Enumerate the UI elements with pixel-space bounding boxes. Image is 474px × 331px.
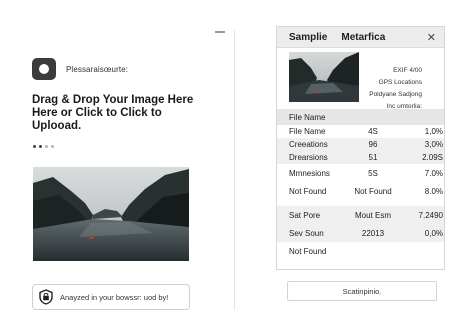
cell: Not Found: [289, 186, 327, 196]
cell: Sat Pore: [289, 210, 321, 220]
app-header: Plessaraisœurte:: [32, 58, 128, 80]
cell: Not Found: [289, 246, 327, 256]
table-row: Sat Pore Mout Esm 7.2490: [277, 206, 444, 224]
cell: 1,0%: [424, 127, 443, 136]
cell: 4S: [368, 127, 378, 136]
table-row: Sev Soun 22013 0,0%: [277, 224, 444, 242]
camera-icon: [32, 58, 56, 80]
panel-title: Samplie: [289, 31, 328, 43]
meta-line: GPS Locations: [378, 79, 422, 86]
analysis-text: Anayzed in your bowssr: uod by!: [60, 292, 169, 302]
cell: 22013: [361, 228, 385, 238]
meta-line: Poldyane Sadjong: [369, 91, 422, 98]
metadata-header: Samplie Metarfica ✕: [277, 27, 444, 48]
table-row: Mmnesions 5S 7.0%: [277, 164, 444, 182]
panel-subtitle: Metarfica: [341, 31, 386, 43]
meta-line: EXIF 4/00: [393, 67, 422, 74]
cell: Mout Esm: [354, 210, 391, 220]
loading-dots: [33, 145, 54, 148]
image-thumbnail: [289, 52, 359, 102]
app-name: Plessaraisœurte:: [66, 64, 129, 74]
table-row: Not Found Not Found 8.0%: [277, 182, 444, 200]
cell: 3,0%: [424, 140, 443, 149]
cell: 0,0%: [424, 228, 443, 238]
metadata-panel: Samplie Metarfica ✕ EXIF 4/00 GPS Locati…: [276, 26, 445, 270]
table-row: Not Found: [277, 242, 444, 260]
cell: 8.0%: [424, 186, 443, 196]
table-row: File Name 4S 1,0%: [277, 125, 444, 138]
metadata-summary: EXIF 4/00 GPS Locations Poldyane Sadjong…: [369, 65, 422, 113]
cell: 7.0%: [424, 168, 443, 178]
cell: Not Found: [354, 186, 392, 196]
cell: File Name: [289, 127, 326, 136]
table-header: File Name: [277, 109, 444, 125]
cell: 2.09S: [422, 153, 443, 162]
divider: [234, 30, 235, 310]
column-header: File Name: [289, 112, 326, 122]
cell: Drearsions: [289, 153, 328, 162]
analysis-notice: Anayzed in your bowssr: uod by!: [32, 284, 190, 310]
close-icon[interactable]: ✕: [427, 31, 436, 44]
uploaded-image-preview: [33, 167, 189, 261]
scan-button[interactable]: Scatinpinio.: [287, 281, 437, 301]
table-row: Creeations 96 3,0%: [277, 138, 444, 151]
cell: 96: [368, 140, 378, 149]
cell: 5S: [368, 168, 378, 178]
cell: Creeations: [289, 140, 328, 149]
cell: 51: [368, 153, 378, 162]
cell: 7.2490: [418, 210, 443, 220]
cell: Mmnesions: [289, 168, 330, 178]
cell: Sev Soun: [289, 228, 324, 238]
table-row: Drearsions 51 2.09S: [277, 151, 444, 164]
minimize-icon[interactable]: [215, 31, 225, 33]
metadata-table: File Name File Name 4S 1,0% Creeations 9…: [277, 109, 444, 260]
drop-zone-text[interactable]: Drag & Drop Your Image Here Here or Clic…: [32, 94, 202, 133]
shield-icon: [39, 289, 53, 305]
